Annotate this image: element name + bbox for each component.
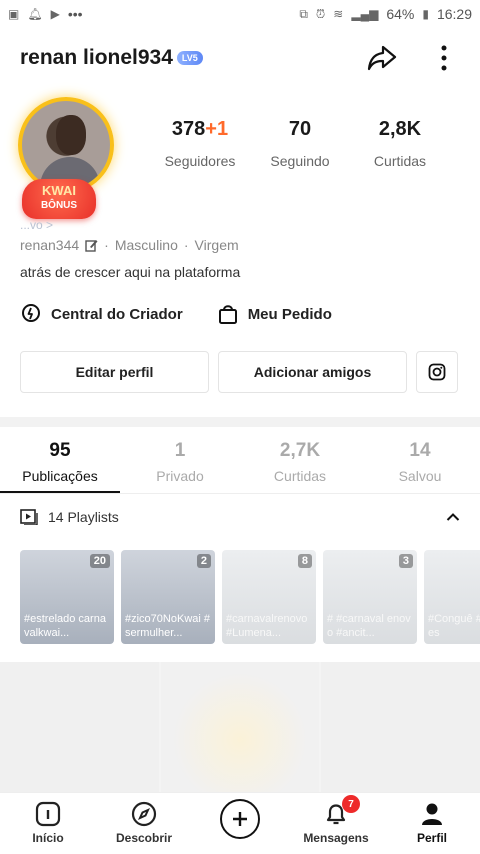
username: renan lionel934 [20, 46, 173, 69]
share-icon [367, 45, 397, 71]
wifi-icon: ≋ [333, 7, 344, 21]
likes-count: 2,8K [378, 118, 422, 140]
content-tabs: 95 Publicações 1 Privado 2,7K Curtidas 1… [0, 440, 480, 484]
playlist-card[interactable]: 2 #zico70NoKwai #sermulher... [121, 550, 215, 644]
following-label: Seguindo [270, 153, 330, 169]
my-orders-label: Meu Pedido [247, 305, 332, 323]
profile-actions: Editar perfil Adicionar amigos [20, 351, 460, 393]
cast-icon: ⧉ [299, 6, 308, 21]
nav-messages[interactable]: 7 Mensagens [288, 795, 384, 845]
playlist-count: 20 [89, 554, 110, 568]
plus-icon [233, 812, 247, 826]
playlist-count: 8 [297, 554, 312, 568]
playlists-count-label: 14 Playlists [48, 509, 119, 525]
followers-new: +1 [205, 118, 229, 140]
nav-discover[interactable]: Descobrir [96, 801, 192, 845]
user-handle: renan344 [20, 237, 80, 253]
nav-home[interactable]: Início [0, 801, 96, 845]
nav-profile[interactable]: Perfil [384, 801, 480, 845]
profile-icon [422, 803, 442, 825]
bottom-navigation: Início Descobrir 7 Mensagens Perfil [0, 792, 480, 854]
shopping-bag-icon [218, 305, 237, 324]
playlist-title: #estrelado carnavalkwai... [24, 613, 106, 639]
alarm-icon: ⏰︎ [315, 6, 326, 21]
instagram-icon [428, 363, 446, 381]
likes-label: Curtidas [373, 153, 427, 169]
playlist-card[interactable]: 3 # #carnaval enovo #ancit... [323, 550, 417, 644]
tab-saved[interactable]: 14 Salvou [360, 440, 480, 484]
instagram-button[interactable] [416, 351, 458, 393]
kwai-bonus-badge[interactable]: KWAI BÔNUS [22, 179, 96, 219]
share-button[interactable] [366, 42, 398, 74]
profile-header: renan lionel934 LV5 [20, 36, 460, 80]
quick-links: Central do Criador Meu Pedido [20, 303, 332, 325]
profile-stats: 378+1 Seguidores 70 Seguindo 2,8K Curtid… [150, 118, 450, 169]
playlists-header[interactable]: 14 Playlists [20, 509, 460, 525]
username-block: renan lionel934 LV5 [20, 46, 203, 70]
chevron-up-icon[interactable] [446, 512, 460, 522]
playlist-card[interactable]: 20 #estrelado carnavalkwai... [20, 550, 114, 644]
video-thumbnail[interactable] [321, 662, 480, 792]
tab-private[interactable]: 1 Privado [120, 440, 240, 484]
video-thumbnail[interactable] [0, 662, 159, 792]
playlist-card[interactable]: 8 #carnavalrenovo #Lumena... [222, 550, 316, 644]
lightbulb-icon [22, 304, 40, 322]
notification-bell-icon: 🔔︎ [27, 7, 43, 21]
playlist-count: 3 [398, 554, 413, 568]
nav-create[interactable] [192, 799, 288, 839]
edit-icon[interactable] [85, 239, 98, 252]
tabs-divider [0, 493, 480, 494]
likes-stat[interactable]: 2,8K Curtidas [350, 118, 450, 169]
profile-meta: renan344 · Masculino · Virgem [20, 237, 239, 253]
video-thumbnail[interactable] [160, 662, 320, 792]
followers-count: 378 [171, 118, 206, 140]
creator-center-label: Central do Criador [51, 305, 183, 323]
playlist-title: # #carnaval enovo #ancit... [327, 613, 411, 639]
creator-center-link[interactable]: Central do Criador [20, 303, 183, 325]
more-options-button[interactable] [428, 42, 460, 74]
active-tab-indicator [0, 491, 120, 493]
playlist-title: #carnavalrenovo #Lumena... [226, 613, 308, 639]
level-badge[interactable]: LV5 [176, 51, 203, 65]
playlist-count: 2 [196, 554, 211, 568]
battery-level: 64% [386, 6, 415, 22]
battery-icon: ▮ [422, 7, 429, 21]
section-divider [0, 417, 480, 427]
avatar[interactable]: KWAI BÔNUS [18, 97, 118, 219]
faded-tag-link[interactable]: ...vo > [20, 218, 53, 232]
status-bar: ▣ 🔔︎ ▶ ••• ⧉ ⏰︎ ≋ ▂▄▆ 64% ▮ 16:29 [0, 0, 480, 28]
tab-publications[interactable]: 95 Publicações [0, 440, 120, 484]
followers-label: Seguidores [164, 153, 236, 169]
gallery-icon: ▣ [8, 7, 20, 21]
playlist-title: #zico70NoKwai #sermulher... [125, 613, 210, 639]
add-friends-button[interactable]: Adicionar amigos [218, 351, 407, 393]
more-vertical-icon [441, 45, 447, 71]
youtube-icon: ▶ [50, 7, 60, 21]
playlists-carousel[interactable]: 20 #estrelado carnavalkwai... 2 #zico70N… [20, 550, 480, 645]
playlist-icon [20, 509, 38, 525]
signal-icon: ▂▄▆ [351, 7, 379, 21]
create-button[interactable] [220, 799, 260, 839]
playlist-card[interactable]: #Conguê #Videntes [424, 550, 480, 644]
clock: 16:29 [436, 6, 472, 22]
following-count: 70 [288, 118, 312, 140]
video-grid [0, 662, 480, 792]
playlist-title: #Conguê #Videntes [428, 613, 480, 639]
following-stat[interactable]: 70 Seguindo [250, 118, 350, 169]
my-orders-link[interactable]: Meu Pedido [217, 303, 332, 325]
messages-badge: 7 [342, 795, 360, 813]
tab-likes[interactable]: 2,7K Curtidas [240, 440, 360, 484]
compass-icon [131, 801, 157, 827]
bio-text: atrás de crescer aqui na plataforma [20, 264, 241, 280]
followers-stat[interactable]: 378+1 Seguidores [150, 118, 250, 169]
home-icon [35, 801, 61, 827]
gender: Masculino [114, 237, 178, 253]
more-notifications-dots: ••• [67, 6, 83, 22]
zodiac-sign: Virgem [194, 237, 239, 253]
edit-profile-button[interactable]: Editar perfil [20, 351, 209, 393]
